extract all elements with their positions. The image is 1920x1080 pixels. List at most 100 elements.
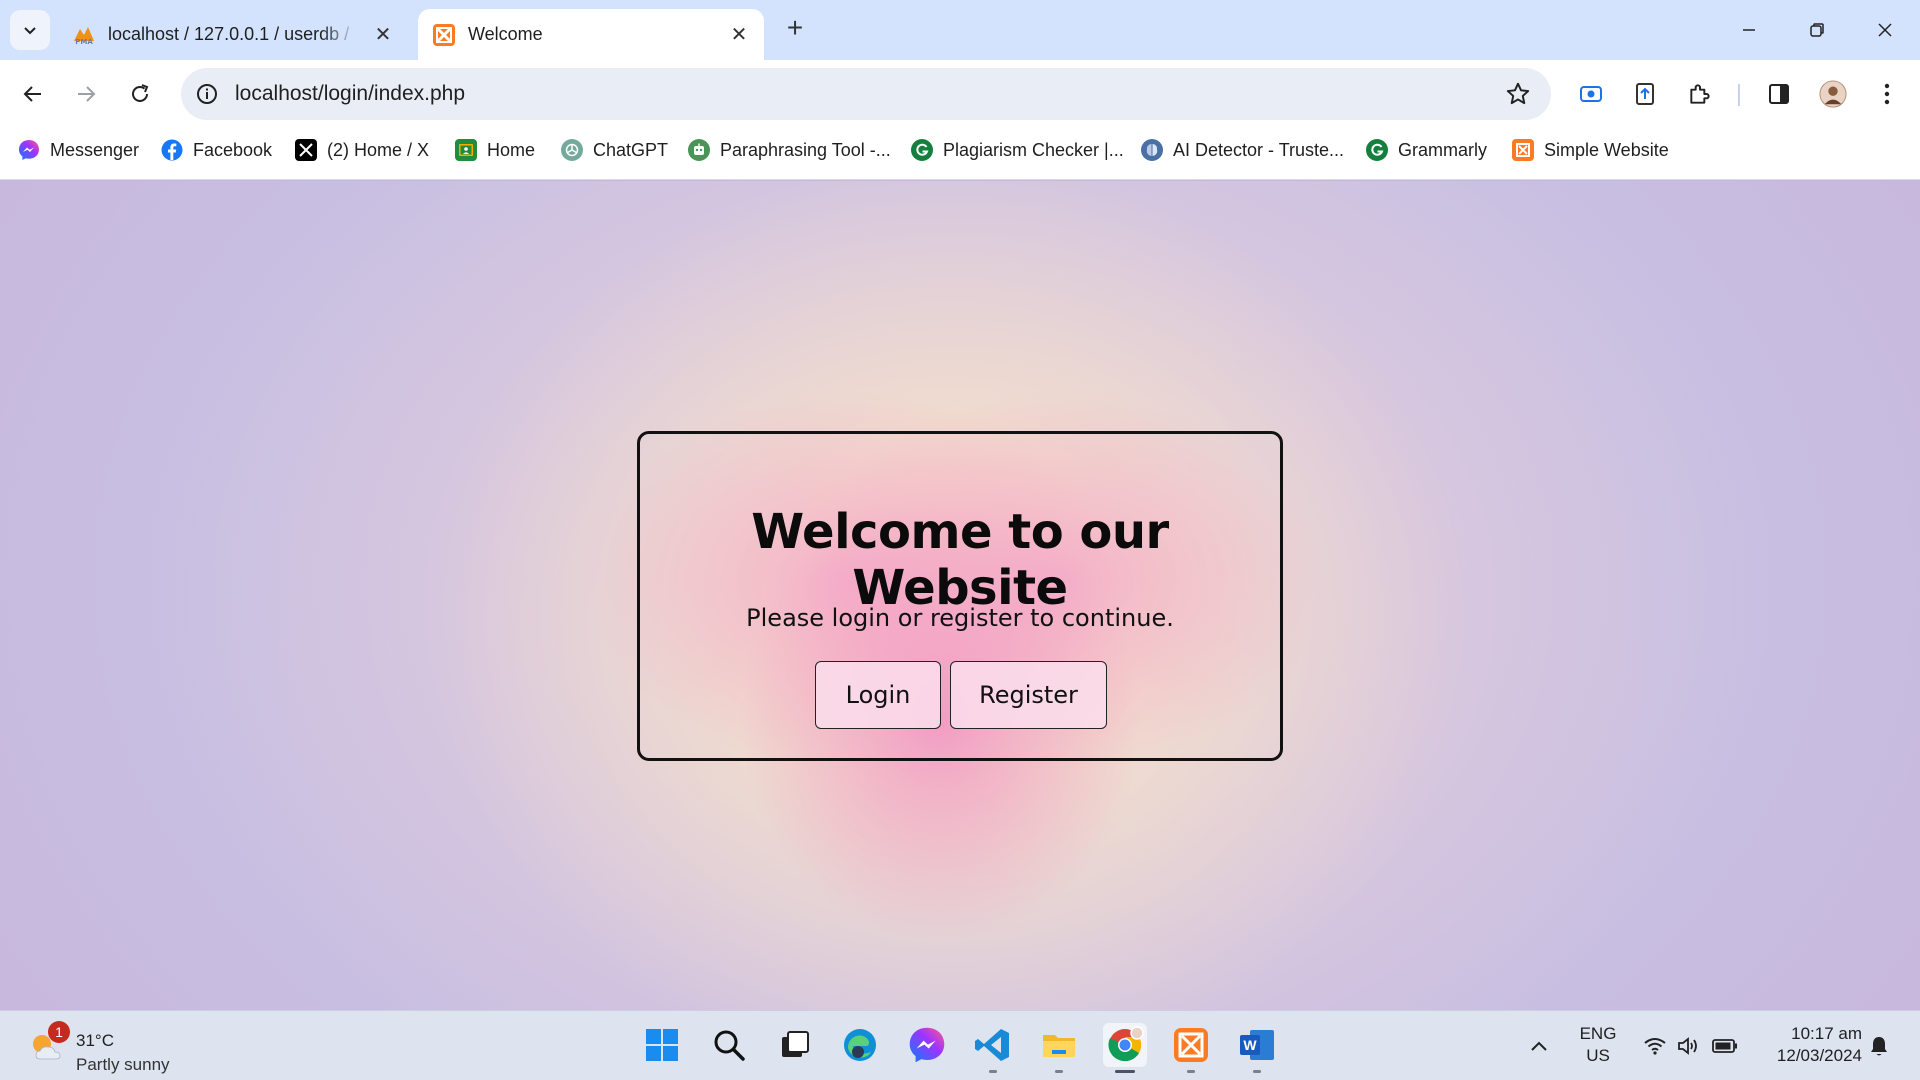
tab-phpmyadmin[interactable]: PMA localhost / 127.0.0.1 / userdb / ✕ (58, 9, 408, 60)
search-icon (714, 1030, 745, 1061)
close-icon[interactable]: ✕ (372, 23, 394, 46)
x-icon (295, 139, 317, 161)
clock[interactable]: 10:17 am 12/03/2024 (1752, 1023, 1862, 1067)
extensions-icon[interactable] (1686, 80, 1714, 108)
weather-widget[interactable]: 1 31°C Partly sunny (26, 1021, 226, 1074)
close-window-button[interactable] (1862, 10, 1908, 50)
taskbar-word[interactable]: W (1235, 1023, 1279, 1073)
bookmark-label: Grammarly (1398, 139, 1487, 160)
svg-text:W: W (1243, 1037, 1257, 1053)
facebook-icon (161, 139, 183, 161)
bookmark-home[interactable]: Home (455, 128, 535, 172)
messenger-icon (909, 1027, 945, 1063)
close-icon[interactable]: ✕ (728, 23, 750, 46)
language-region: US (1586, 1046, 1610, 1065)
bookmark-facebook[interactable]: Facebook (161, 128, 272, 172)
notifications-button[interactable] (1864, 1023, 1894, 1069)
minimize-icon (1743, 29, 1755, 31)
tab-strip: PMA localhost / 127.0.0.1 / userdb / ✕ W… (0, 0, 1920, 60)
page-content: Welcome to our Website Please login or r… (0, 181, 1920, 1010)
arrow-right-icon (78, 86, 96, 102)
welcome-card: Welcome to our Website Please login or r… (637, 431, 1283, 761)
svg-text:PMA: PMA (75, 38, 93, 45)
weather-temperature: 31°C (76, 1031, 114, 1050)
profile-avatar[interactable] (1819, 80, 1847, 108)
restore-button[interactable] (1794, 10, 1840, 50)
register-button[interactable]: Register (950, 661, 1107, 729)
taskbar-chrome[interactable] (1103, 1023, 1147, 1073)
clock-time: 10:17 am (1791, 1024, 1862, 1043)
edge-icon (844, 1029, 876, 1061)
wifi-icon (1644, 1038, 1666, 1055)
word-icon: W (1240, 1030, 1274, 1060)
bookmark-paraphrasing-tool[interactable]: Paraphrasing Tool -... (688, 128, 891, 172)
bookmark-chatgpt[interactable]: ChatGPT (561, 128, 668, 172)
battery-status[interactable] (1710, 1023, 1740, 1069)
bookmark-simple-website[interactable]: Simple Website (1512, 128, 1669, 172)
tab-title: localhost / 127.0.0.1 / userdb / (108, 24, 350, 44)
xampp-icon (1174, 1028, 1208, 1062)
taskbar-search-button[interactable] (707, 1023, 751, 1067)
bookmark-messenger[interactable]: Messenger (18, 128, 139, 172)
bookmark-label: Home (487, 139, 536, 160)
screen-capture-extension-icon[interactable] (1577, 80, 1605, 108)
taskbar-vscode[interactable] (971, 1023, 1015, 1073)
minimize-button[interactable] (1726, 10, 1772, 50)
forward-button[interactable] (68, 76, 104, 112)
bookmark-label: Plagiarism Checker |... (943, 139, 1124, 160)
paraphrasing-icon (688, 139, 710, 161)
bookmark-label: Paraphrasing Tool -... (720, 139, 891, 160)
menu-kebab-icon[interactable] (1873, 80, 1901, 108)
side-panel-icon[interactable] (1765, 80, 1793, 108)
tab-search-button[interactable] (10, 10, 50, 50)
chevron-up-icon (1531, 1041, 1547, 1051)
bookmark-ai-detector[interactable]: AI Detector - Truste... (1141, 128, 1344, 172)
show-hidden-icons-button[interactable] (1524, 1023, 1554, 1069)
toolbar-separator (1738, 84, 1740, 106)
bookmarks-bar: Messenger Facebook (2) Home / X Home Cha… (0, 128, 1920, 180)
login-button[interactable]: Login (815, 661, 941, 729)
taskbar: 1 31°C Partly sunny W ENG US 10:17 am 12… (0, 1010, 1920, 1080)
bookmark-label: AI Detector - Truste... (1173, 139, 1345, 160)
new-tab-button[interactable]: + (780, 14, 810, 44)
reload-button[interactable] (122, 76, 158, 112)
address-bar[interactable]: localhost/login/index.php (181, 68, 1551, 120)
bookmark-label: Messenger (50, 139, 140, 160)
classroom-icon (455, 139, 477, 161)
start-button[interactable] (640, 1023, 684, 1067)
info-icon[interactable] (195, 82, 219, 106)
url-text[interactable]: localhost/login/index.php (235, 82, 465, 106)
chatgpt-icon (561, 139, 583, 161)
notification-badge: 1 (48, 1021, 70, 1043)
close-icon (1878, 23, 1892, 37)
chrome-icon (1108, 1026, 1144, 1062)
back-button[interactable] (15, 76, 51, 112)
bookmark-label: Facebook (193, 139, 273, 160)
phpmyadmin-icon: PMA (72, 23, 96, 47)
grammarly-icon (1366, 139, 1388, 161)
messenger-icon (18, 139, 40, 161)
bookmark-x[interactable]: (2) Home / X (295, 128, 429, 172)
bookmark-grammarly[interactable]: Grammarly (1366, 128, 1487, 172)
star-icon[interactable] (1505, 81, 1531, 107)
taskbar-messenger[interactable] (905, 1023, 949, 1067)
bookmark-label: Simple Website (1544, 139, 1669, 160)
bookmark-plagiarism-checker[interactable]: Plagiarism Checker |... (911, 128, 1124, 172)
bookmark-label: ChatGPT (593, 139, 669, 160)
weather-condition: Partly sunny (76, 1055, 170, 1074)
taskbar-file-explorer[interactable] (1037, 1023, 1081, 1073)
restore-icon (1810, 23, 1824, 37)
tab-welcome[interactable]: Welcome ✕ (418, 9, 764, 60)
chevron-down-icon (24, 27, 36, 35)
language-indicator[interactable]: ENG US (1576, 1023, 1620, 1067)
reload-icon (132, 84, 149, 102)
volume-status[interactable] (1674, 1023, 1704, 1069)
windows-start-icon (646, 1029, 678, 1061)
upload-extension-icon[interactable] (1631, 80, 1659, 108)
wifi-status[interactable] (1640, 1023, 1670, 1069)
taskbar-edge[interactable] (838, 1023, 882, 1067)
running-indicator (1253, 1070, 1261, 1073)
xampp-icon (1512, 139, 1534, 161)
task-view-button[interactable] (773, 1023, 817, 1067)
taskbar-xampp[interactable] (1169, 1023, 1213, 1073)
